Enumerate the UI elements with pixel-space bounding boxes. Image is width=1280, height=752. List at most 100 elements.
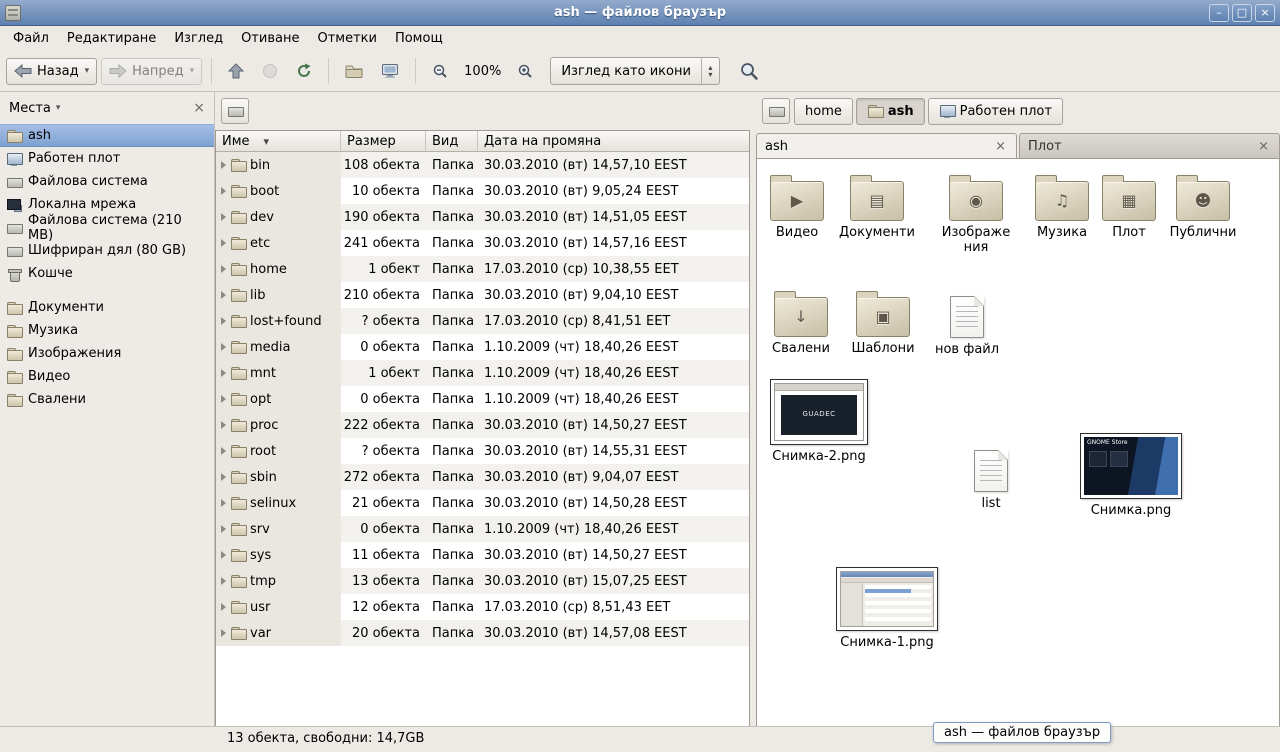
expander-icon[interactable] — [221, 577, 226, 585]
sidebar-close-icon[interactable]: × — [193, 100, 205, 116]
close-button[interactable]: × — [1255, 4, 1275, 22]
expander-icon[interactable] — [221, 447, 226, 455]
icon-view-item[interactable]: ▦ Плот — [1091, 173, 1167, 240]
menu-item[interactable]: Отметки — [308, 28, 385, 49]
table-row[interactable]: media 0 обекта Папка 1.10.2009 (чт) 18,4… — [216, 334, 749, 360]
expander-icon[interactable] — [221, 395, 226, 403]
expander-icon[interactable] — [221, 369, 226, 377]
column-header[interactable]: Име ▾ — [216, 131, 341, 152]
expander-icon[interactable] — [221, 291, 226, 299]
icon-view-item[interactable]: ☻ Публични — [1165, 173, 1241, 240]
column-header[interactable]: Размер ▾ — [341, 131, 426, 152]
expander-icon[interactable] — [221, 603, 226, 611]
icon-view-item[interactable]: ◉ Изображения — [938, 173, 1014, 255]
expander-icon[interactable] — [221, 213, 226, 221]
sidebar-item[interactable]: Музика — [0, 319, 214, 342]
table-row[interactable]: tmp 13 обекта Папка 30.03.2010 (вт) 15,0… — [216, 568, 749, 594]
tab[interactable]: Плот × — [1019, 133, 1280, 158]
sidebar-item[interactable]: Работен плот — [0, 147, 214, 170]
menu-item[interactable]: Изглед — [165, 28, 232, 49]
table-row[interactable]: lib 210 обекта Папка 30.03.2010 (вт) 9,0… — [216, 282, 749, 308]
pathbar-root-button[interactable] — [221, 98, 249, 124]
sidebar-item[interactable]: Свалени — [0, 388, 214, 411]
back-dropdown-icon[interactable]: ▾ — [85, 66, 90, 76]
menu-item[interactable]: Помощ — [386, 28, 452, 49]
expander-icon[interactable] — [221, 343, 226, 351]
zoom-in-button[interactable] — [510, 57, 540, 85]
column-header[interactable]: Дата на промяна ▾ — [478, 131, 749, 152]
table-row[interactable]: sbin 272 обекта Папка 30.03.2010 (вт) 9,… — [216, 464, 749, 490]
table-row[interactable]: opt 0 обекта Папка 1.10.2009 (чт) 18,40,… — [216, 386, 749, 412]
sidebar-item[interactable]: ash — [0, 124, 214, 147]
sidebar-item[interactable]: Файлова система (210 MB) — [0, 216, 214, 239]
expander-icon[interactable] — [221, 551, 226, 559]
reload-button[interactable] — [289, 57, 319, 85]
pathbar-button[interactable]: ash — [856, 98, 925, 125]
table-row[interactable]: dev 190 обекта Папка 30.03.2010 (вт) 14,… — [216, 204, 749, 230]
sidebar-item[interactable]: Документи — [0, 296, 214, 319]
expander-icon[interactable] — [221, 161, 226, 169]
table-row[interactable]: proc 222 обекта Папка 30.03.2010 (вт) 14… — [216, 412, 749, 438]
table-row[interactable]: boot 10 обекта Папка 30.03.2010 (вт) 9,0… — [216, 178, 749, 204]
icon-view-item[interactable]: ▣ Шаблони — [845, 289, 921, 356]
expander-icon[interactable] — [221, 317, 226, 325]
up-button[interactable] — [221, 57, 251, 85]
icon-view-item[interactable]: GUADEC GUADEC Снимка-2.png — [769, 379, 869, 464]
home-button[interactable] — [338, 57, 370, 85]
sidebar-item[interactable]: Шифриран дял (80 GB) — [0, 239, 214, 262]
icon-view-item[interactable]: ♫ Музика — [1024, 173, 1100, 240]
table-row[interactable]: root ? обекта Папка 30.03.2010 (вт) 14,5… — [216, 438, 749, 464]
stop-button[interactable] — [255, 57, 285, 85]
table-row[interactable]: bin 108 обекта Папка 30.03.2010 (вт) 14,… — [216, 152, 749, 178]
minimize-button[interactable]: – — [1209, 4, 1229, 22]
tab[interactable]: ash × — [756, 133, 1017, 158]
menu-item[interactable]: Редактиране — [58, 28, 165, 49]
sidebar-item[interactable]: Кошче — [0, 262, 214, 285]
expander-icon[interactable] — [221, 473, 226, 481]
zoom-out-button[interactable] — [425, 57, 455, 85]
table-row[interactable]: lost+found ? обекта Папка 17.03.2010 (ср… — [216, 308, 749, 334]
pathbar-button[interactable]: Работен плот — [928, 98, 1063, 125]
view-mode-select[interactable]: Изглед като икони ▴▾ — [550, 57, 720, 85]
sidebar-title[interactable]: Места — [9, 101, 51, 116]
expander-icon[interactable] — [221, 629, 226, 637]
table-row[interactable]: home 1 обект Папка 17.03.2010 (ср) 10,38… — [216, 256, 749, 282]
sidebar-dropdown-icon[interactable]: ▾ — [56, 103, 61, 113]
expander-icon[interactable] — [221, 187, 226, 195]
computer-button[interactable] — [374, 57, 406, 85]
table-row[interactable]: var 20 обекта Папка 30.03.2010 (вт) 14,5… — [216, 620, 749, 646]
sidebar-item[interactable]: Видео — [0, 365, 214, 388]
table-row[interactable]: sys 11 обекта Папка 30.03.2010 (вт) 14,5… — [216, 542, 749, 568]
expander-icon[interactable] — [221, 499, 226, 507]
menu-item[interactable]: Файл — [4, 28, 58, 49]
icon-view-item[interactable]: Снимка-1.png — [835, 567, 939, 650]
expander-icon[interactable] — [221, 525, 226, 533]
expander-icon[interactable] — [221, 265, 226, 273]
icon-view-item[interactable]: нов файл — [929, 291, 1005, 357]
tab-close-icon[interactable]: × — [1256, 139, 1271, 154]
sidebar-item[interactable]: Изображения — [0, 342, 214, 365]
expander-icon[interactable] — [221, 421, 226, 429]
icon-view-item[interactable]: ▶ Видео — [759, 173, 835, 240]
tab-close-icon[interactable]: × — [993, 139, 1008, 154]
expander-icon[interactable] — [221, 239, 226, 247]
icon-view-item[interactable]: GNOME Store GNOME Store Снимка.png — [1077, 433, 1185, 518]
back-button[interactable]: Назад ▾ — [6, 58, 97, 85]
table-row[interactable]: selinux 21 обекта Папка 30.03.2010 (вт) … — [216, 490, 749, 516]
sidebar-item[interactable]: Файлова система — [0, 170, 214, 193]
forward-button[interactable]: Напред ▾ — [101, 58, 202, 85]
table-row[interactable]: usr 12 обекта Папка 17.03.2010 (ср) 8,51… — [216, 594, 749, 620]
icon-view-item[interactable]: ▤ Документи — [839, 173, 915, 240]
pathbar-button[interactable]: home — [794, 98, 853, 125]
search-button[interactable] — [732, 55, 766, 87]
icon-view-item[interactable]: ↓ Свалени — [763, 289, 839, 356]
table-row[interactable]: srv 0 обекта Папка 1.10.2009 (чт) 18,40,… — [216, 516, 749, 542]
column-header[interactable]: Вид ▾ — [426, 131, 478, 152]
icon-view-item[interactable]: list — [953, 445, 1029, 511]
maximize-button[interactable]: □ — [1232, 4, 1252, 22]
combo-stepper-icon[interactable]: ▴▾ — [701, 58, 719, 84]
table-row[interactable]: mnt 1 обект Папка 1.10.2009 (чт) 18,40,2… — [216, 360, 749, 386]
table-row[interactable]: etc 241 обекта Папка 30.03.2010 (вт) 14,… — [216, 230, 749, 256]
menu-item[interactable]: Отиване — [232, 28, 308, 49]
pathbar-root-button[interactable] — [762, 98, 790, 124]
